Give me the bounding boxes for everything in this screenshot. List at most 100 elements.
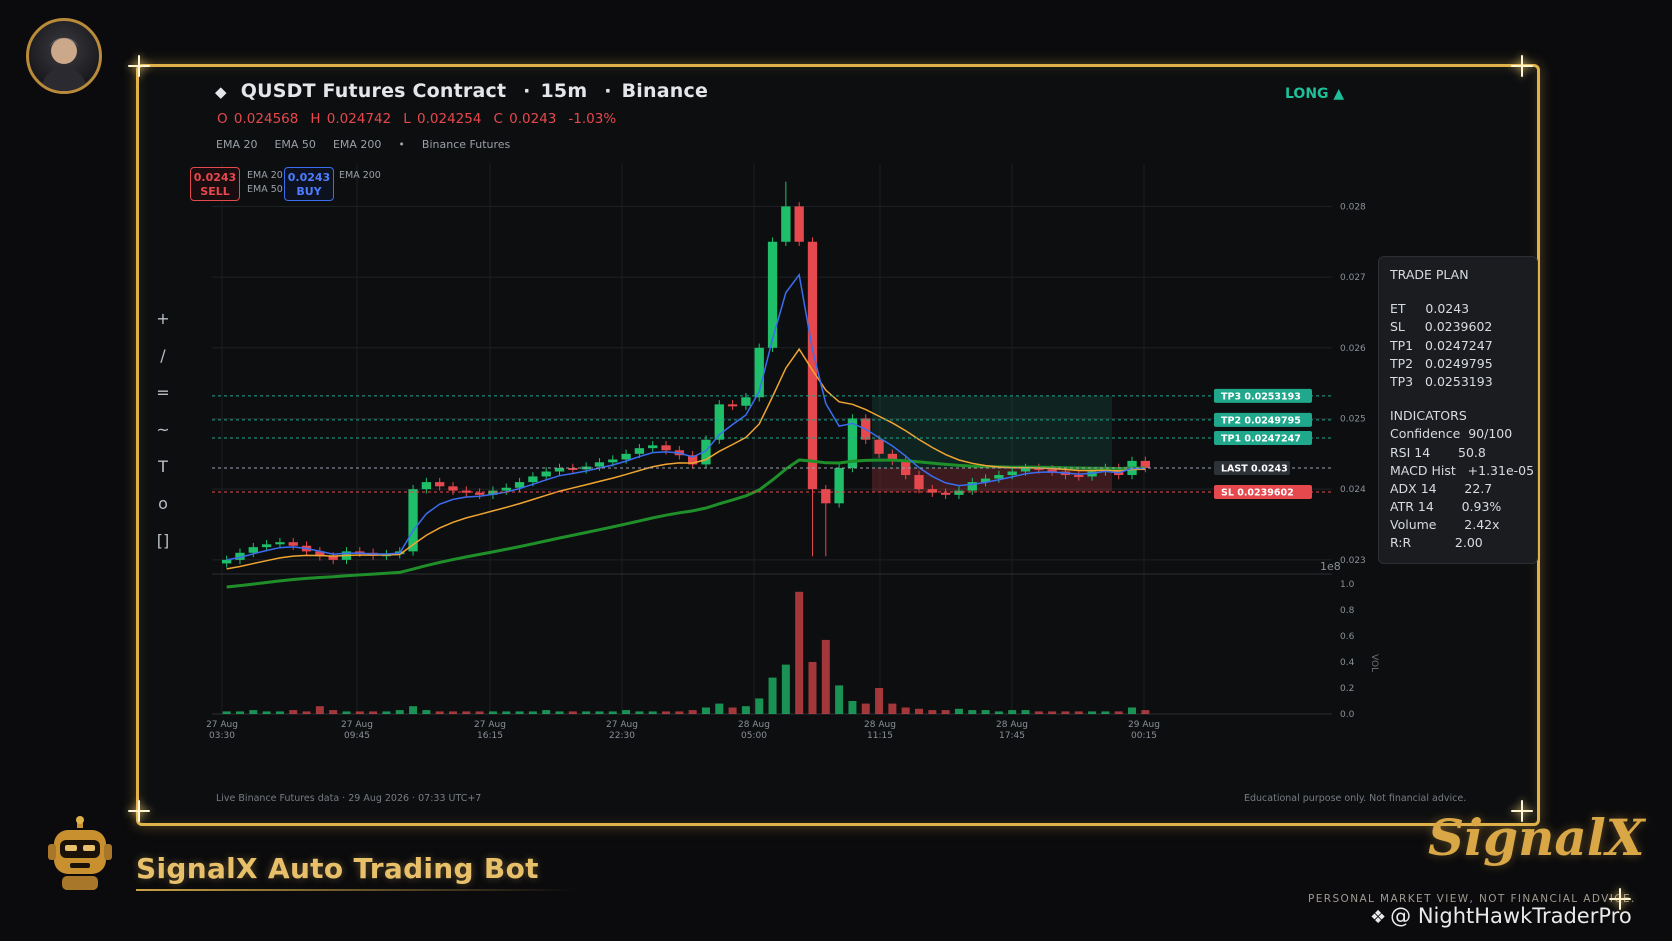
diamond-icon: ◆ — [215, 83, 227, 101]
price-tick-label: 0.028 — [1340, 202, 1366, 212]
price-tick-label: 0.027 — [1340, 273, 1366, 283]
indicator-macd: MACD Hist +1.31e-05 — [1390, 462, 1535, 478]
candle-body — [767, 241, 778, 348]
sell-price: 0.0243 — [193, 171, 237, 184]
low-value: L 0.024254 — [403, 111, 482, 127]
drawing-toolbar: + / = ~ T o [] — [152, 300, 174, 559]
binance-square-icon: ❖ — [1370, 907, 1387, 928]
volume-bar — [635, 711, 644, 714]
volume-bar — [515, 711, 524, 714]
candle-body — [874, 439, 884, 454]
sparkle-icon — [130, 57, 148, 75]
volume-bar — [222, 711, 231, 714]
time-tick-time: 17:45 — [999, 731, 1025, 741]
trade-plan-title: TRADE PLAN — [1390, 267, 1469, 282]
brand-title: SignalX Auto Trading Bot — [136, 852, 539, 885]
buy-button[interactable]: 0.0243 BUY — [284, 167, 334, 201]
volume-bar — [768, 677, 777, 714]
volume-bar — [1088, 711, 1097, 714]
close-value: C 0.0243 — [493, 111, 557, 127]
title-separator: · — [523, 80, 531, 102]
tp1-level-label: TP1 0.0247247 — [1221, 433, 1301, 444]
volume-bar — [449, 711, 457, 714]
candle-body — [741, 397, 751, 406]
avatar[interactable] — [26, 18, 102, 94]
avatar-portrait-icon — [41, 37, 87, 91]
signalx-logo: SignalX — [1428, 808, 1645, 867]
volume-tick-label: 0.4 — [1340, 658, 1355, 668]
candle-body — [821, 489, 831, 504]
chart-disclaimer: Educational purpose only. Not financial … — [1244, 793, 1467, 804]
sparkle-icon — [1611, 890, 1629, 908]
volume-bar — [1034, 711, 1043, 714]
candle-body — [661, 445, 671, 451]
indicator-risk-reward: R:R 2.00 — [1390, 535, 1483, 551]
volume-bar — [1021, 710, 1030, 714]
volume-bar — [1074, 711, 1083, 714]
volume-bar — [395, 710, 404, 714]
volume-bar — [1048, 711, 1057, 714]
volume-bar — [795, 591, 804, 714]
candle-body — [794, 206, 804, 242]
volume-bar — [488, 711, 497, 714]
buy-label: BUY — [296, 185, 322, 198]
robot-mascot-icon — [44, 816, 116, 892]
last-level-label: LAST 0.0243 — [1221, 463, 1288, 474]
volume-bar — [435, 711, 444, 714]
title-separator: · — [604, 80, 612, 102]
volume-bar — [915, 708, 923, 714]
time-tick-date: 27 Aug — [341, 720, 373, 730]
candle-body — [727, 404, 738, 407]
volume-bar — [302, 711, 311, 714]
candle-body — [261, 544, 272, 548]
volume-bar — [342, 711, 351, 714]
time-tick-date: 28 Aug — [738, 720, 770, 730]
volume-bar — [608, 711, 617, 714]
rectangle-tool-icon[interactable]: [] — [152, 522, 174, 559]
volume-bar — [275, 711, 284, 714]
price-tick-label: 0.024 — [1340, 485, 1366, 495]
time-tick-date: 27 Aug — [474, 720, 506, 730]
volume-bar — [1114, 711, 1123, 714]
candle-body — [1074, 475, 1084, 478]
high-value: H 0.024742 — [310, 111, 392, 127]
sl-level-label: SL 0.0239602 — [1221, 487, 1294, 498]
candle-body — [914, 475, 924, 490]
trade-plan-panel: TRADE PLAN ET 0.0243 SL 0.0239602 TP1 0.… — [1378, 256, 1538, 564]
crosshair-tool-icon[interactable]: + — [152, 300, 174, 337]
volume-bar — [675, 711, 684, 714]
volume-tick-label: 0.6 — [1340, 632, 1355, 642]
volume-bar — [355, 711, 364, 714]
volume-bar — [821, 639, 830, 714]
volume-bar — [315, 706, 324, 714]
curve-tool-icon[interactable]: ~ — [152, 411, 174, 448]
candle-body — [608, 459, 618, 463]
volume-bar — [808, 662, 817, 714]
trendline-tool-icon[interactable]: / — [152, 337, 174, 374]
volume-bar — [568, 711, 577, 714]
legend-ema20[interactable]: EMA 20 — [216, 138, 257, 151]
volume-bar — [528, 711, 537, 714]
volume-bar — [715, 703, 724, 714]
indicator-adx: ADX 14 22.7 — [1390, 480, 1493, 496]
horizontal-line-tool-icon[interactable]: = — [152, 374, 174, 411]
time-tick-time: 00:15 — [1131, 731, 1157, 741]
legend-ema50[interactable]: EMA 50 — [274, 138, 315, 151]
candlestick-chart-svg[interactable]: 0.0280.0270.0260.0250.0240.0231e827 Aug0… — [206, 164, 1379, 754]
circle-tool-icon[interactable]: o — [152, 485, 174, 522]
price-chart[interactable]: 0.028 0.027 0.026 0.025 0.024 0.023 1e8 27 Aug 0… — [206, 164, 1379, 754]
text-tool-icon[interactable]: T — [152, 448, 174, 485]
legend-bullet: • — [398, 138, 405, 151]
sell-button[interactable]: 0.0243 SELL — [190, 167, 240, 201]
candle-body — [594, 462, 605, 467]
open-value: O 0.024568 — [217, 111, 299, 127]
candle-body — [994, 475, 1004, 479]
volume-bar — [582, 711, 591, 714]
volume-bar — [262, 711, 271, 714]
plan-entry: ET 0.0243 — [1390, 301, 1470, 317]
legend-ema200[interactable]: EMA 200 — [333, 138, 381, 151]
timeframe-label[interactable]: 15m — [541, 80, 588, 102]
volume-bar — [502, 711, 511, 714]
candle-body — [221, 559, 232, 564]
volume-bar — [1141, 710, 1150, 714]
